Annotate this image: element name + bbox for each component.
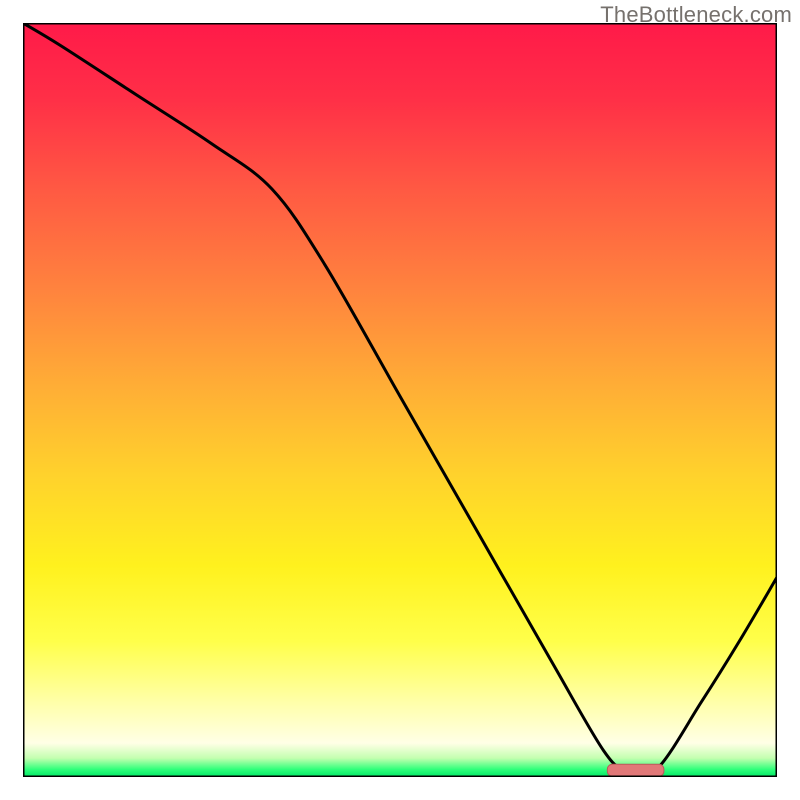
- optimum-marker: [607, 764, 664, 776]
- plot-area: [23, 23, 777, 777]
- chart-svg: [23, 23, 777, 777]
- gradient-background: [23, 23, 777, 777]
- chart-container: TheBottleneck.com: [0, 0, 800, 800]
